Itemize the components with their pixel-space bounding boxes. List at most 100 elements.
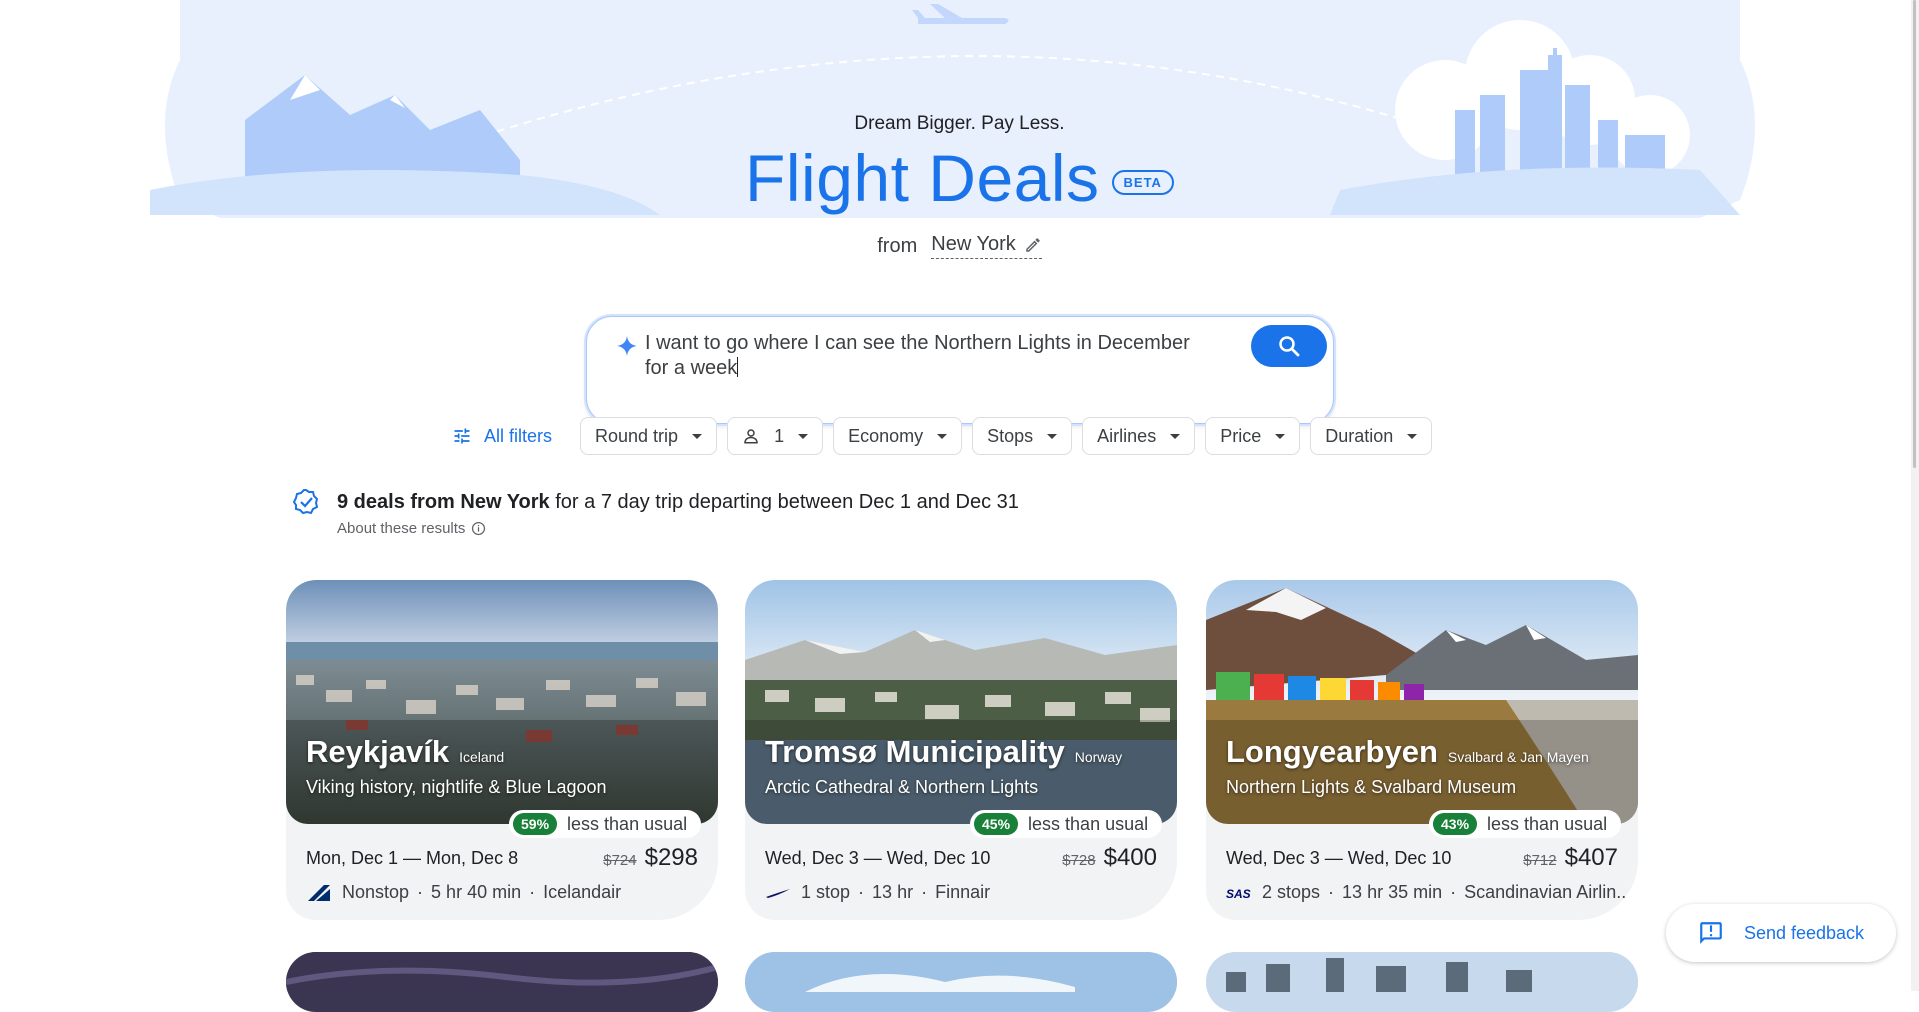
deal-card-tromso[interactable]: Tromsø Municipality Norway Arctic Cathed… (745, 580, 1177, 920)
price-block: $724 $298 (603, 844, 698, 872)
results-count-bold: 9 deals from New York (337, 491, 550, 513)
scrollbar-thumb[interactable] (1913, 0, 1916, 468)
deal-card-reykjavik[interactable]: Reykjavík Iceland Viking history, nightl… (286, 580, 718, 920)
flight-details: SAS 2 stops · 13 hr 35 min · Scandinavian … (1226, 882, 1632, 902)
country-name: Svalbard & Jan Mayen (1447, 749, 1589, 765)
chevron-down-icon (1407, 433, 1418, 439)
stops-dropdown[interactable]: Stops (972, 417, 1073, 455)
search-input[interactable]: I want to go where I can see the Norther… (645, 331, 1215, 381)
sas-logo-text: SAS (1226, 887, 1251, 901)
price-label: Price (1220, 425, 1262, 446)
savings-label: less than usual (1487, 813, 1608, 834)
tune-icon (454, 428, 470, 444)
title-row: Flight Deals BETA (0, 140, 1919, 216)
savings-label: less than usual (1028, 813, 1149, 834)
chevron-down-icon (937, 433, 948, 439)
trip-dates: Mon, Dec 1 — Mon, Dec 8 (306, 848, 519, 868)
destination-description: Northern Lights & Svalbard Museum (1226, 777, 1517, 797)
destination-title: Reykjavík Iceland (306, 734, 504, 770)
origin-selector[interactable]: New York (931, 233, 1042, 259)
destination-photo: Reykjavík Iceland Viking history, nightl… (286, 580, 718, 824)
search-query-line2: for a week (645, 357, 738, 379)
trip-dates: Wed, Dec 3 — Wed, Dec 10 (765, 848, 991, 868)
duration-label: Duration (1325, 425, 1394, 446)
destination-description: Viking history, nightlife & Blue Lagoon (306, 777, 607, 797)
deal-price: $407 (1564, 844, 1618, 871)
duration-text: 5 hr 40 min (431, 882, 522, 902)
stops-text: Nonstop (342, 882, 410, 902)
destination-photo: Longyearbyen Svalbard & Jan Mayen Northe… (1206, 580, 1638, 824)
savings-tag: 43% less than usual (1429, 810, 1622, 838)
usual-price: $724 (603, 852, 637, 869)
pencil-icon (1026, 237, 1040, 252)
flight-details: 1 stop · 13 hr · Finnair (765, 882, 990, 903)
passengers-dropdown[interactable]: 1 (727, 417, 824, 455)
destination-title: Longyearbyen Svalbard & Jan Mayen (1226, 734, 1589, 770)
airlines-dropdown[interactable]: Airlines (1082, 417, 1196, 455)
deal-card-next-2[interactable] (745, 952, 1177, 1012)
country-name: Iceland (459, 749, 505, 765)
deal-price: $400 (1103, 844, 1157, 871)
deal-card-longyearbyen[interactable]: Longyearbyen Svalbard & Jan Mayen Northe… (1206, 580, 1638, 920)
city-skyline-photo (1206, 952, 1638, 992)
stops-text: 1 stop (801, 882, 851, 902)
city-name: Tromsø Municipality (765, 734, 1065, 769)
about-results-link[interactable]: About these results (337, 520, 1019, 537)
all-filters-label: All filters (484, 425, 553, 446)
savings-tag: 45% less than usual (970, 810, 1163, 838)
origin-city: New York (931, 233, 1016, 255)
price-block: $712 $407 (1523, 844, 1618, 872)
price-dropdown[interactable]: Price (1205, 417, 1301, 455)
usual-price: $728 (1062, 852, 1096, 869)
savings-label: less than usual (567, 813, 688, 834)
deal-card-next-3[interactable] (1206, 952, 1638, 1012)
destination-photo: Tromsø Municipality Norway Arctic Cathed… (745, 580, 1177, 824)
send-feedback-button[interactable]: Send feedback (1666, 904, 1896, 962)
text-caret (737, 357, 739, 377)
savings-percent: 43% (1433, 813, 1478, 835)
page-title: Flight Deals (745, 141, 1100, 215)
about-results-label: About these results (337, 520, 466, 537)
deal-card-next-1[interactable] (286, 952, 718, 1012)
airlines-label: Airlines (1097, 425, 1157, 446)
sas-logo-icon: SAS (1226, 887, 1251, 901)
city-name: Reykjavík (306, 734, 450, 769)
flight-details: Nonstop · 5 hr 40 min · Icelandair (306, 882, 621, 903)
results-count-text: 9 deals from New York for a 7 day trip d… (337, 488, 1019, 516)
results-count-detail: for a 7 day trip departing between Dec 1… (549, 491, 1019, 513)
usual-price: $712 (1523, 852, 1557, 869)
beta-badge: BETA (1111, 169, 1174, 195)
passengers-count: 1 (774, 425, 785, 446)
finnair-logo-icon (766, 888, 790, 898)
price-block: $728 $400 (1062, 844, 1157, 872)
info-icon (472, 521, 486, 536)
chevron-down-icon (1047, 433, 1058, 439)
airline-text: Finnair (935, 882, 991, 902)
send-feedback-label: Send feedback (1743, 922, 1865, 943)
duration-text: 13 hr (872, 882, 914, 902)
search-button[interactable] (1251, 325, 1327, 367)
verified-check-icon (292, 489, 319, 515)
savings-tag: 59% less than usual (509, 810, 702, 838)
all-filters-button[interactable]: All filters (452, 426, 552, 447)
sky-photo (745, 952, 1177, 992)
chevron-down-icon (798, 433, 809, 439)
cabin-class-label: Economy (848, 425, 924, 446)
tagline: Dream Bigger. Pay Less. (854, 113, 1065, 134)
cabin-class-dropdown[interactable]: Economy (833, 417, 963, 455)
search-query-line1: I want to go where I can see the Norther… (645, 332, 1190, 354)
duration-dropdown[interactable]: Duration (1310, 417, 1433, 455)
chevron-down-icon (692, 433, 703, 439)
aurora-photo (286, 952, 718, 992)
airline-text: Icelandair (543, 882, 622, 902)
destination-title: Tromsø Municipality Norway (765, 734, 1122, 770)
results-summary: 9 deals from New York for a 7 day trip d… (292, 488, 1019, 537)
stops-label: Stops (987, 425, 1034, 446)
search-icon (1279, 336, 1300, 357)
trip-dates: Wed, Dec 3 — Wed, Dec 10 (1226, 848, 1452, 868)
trip-type-dropdown[interactable]: Round trip (580, 417, 718, 455)
chevron-down-icon (1275, 433, 1286, 439)
feedback-icon (1700, 922, 1722, 944)
savings-percent: 59% (513, 813, 558, 835)
search-box[interactable]: I want to go where I can see the Norther… (586, 316, 1334, 424)
